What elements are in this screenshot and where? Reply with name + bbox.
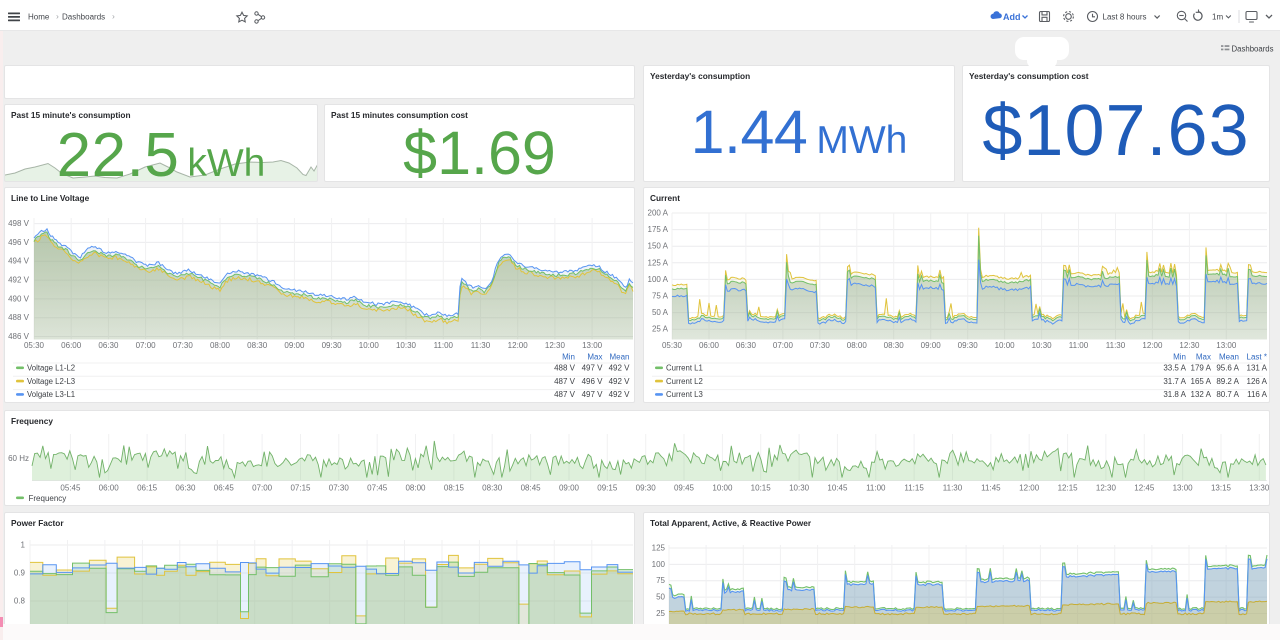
svg-text:09:00: 09:00 bbox=[559, 484, 580, 493]
svg-text:Max: Max bbox=[1196, 353, 1211, 362]
svg-text:Add: Add bbox=[1003, 12, 1021, 22]
svg-text:25: 25 bbox=[656, 609, 665, 618]
svg-text:Voltage L1-L2: Voltage L1-L2 bbox=[27, 364, 75, 373]
svg-text:31.8 A: 31.8 A bbox=[1163, 390, 1186, 399]
svg-text:12:15: 12:15 bbox=[1058, 484, 1079, 493]
svg-text:11:30: 11:30 bbox=[943, 484, 963, 493]
svg-text:06:45: 06:45 bbox=[214, 484, 235, 493]
svg-text:496 V: 496 V bbox=[582, 377, 604, 386]
svg-text:10:45: 10:45 bbox=[827, 484, 848, 493]
svg-text:08:15: 08:15 bbox=[444, 484, 465, 493]
svg-text:Home: Home bbox=[28, 13, 50, 22]
svg-text:1m: 1m bbox=[1212, 13, 1223, 22]
svg-text:09:15: 09:15 bbox=[597, 484, 618, 493]
svg-text:0.8: 0.8 bbox=[14, 597, 26, 606]
svg-text:80.7 A: 80.7 A bbox=[1216, 390, 1239, 399]
svg-text:165 A: 165 A bbox=[1191, 377, 1212, 386]
svg-text:0.9: 0.9 bbox=[14, 569, 26, 578]
svg-text:31.7 A: 31.7 A bbox=[1163, 377, 1186, 386]
svg-text:60 Hz: 60 Hz bbox=[8, 454, 29, 463]
svg-text:132 A: 132 A bbox=[1191, 390, 1212, 399]
svg-text:492 V: 492 V bbox=[609, 364, 631, 373]
svg-text:492 V: 492 V bbox=[609, 390, 631, 399]
svg-text:Volgate L3-L1: Volgate L3-L1 bbox=[27, 390, 75, 399]
svg-text:12:00: 12:00 bbox=[1019, 484, 1040, 493]
svg-text:›: › bbox=[112, 11, 115, 21]
svg-text:95.6 A: 95.6 A bbox=[1216, 364, 1239, 373]
svg-text:1: 1 bbox=[21, 541, 26, 550]
svg-text:487 V: 487 V bbox=[554, 377, 576, 386]
svg-text:11:00: 11:00 bbox=[866, 484, 886, 493]
svg-text:07:30: 07:30 bbox=[329, 484, 350, 493]
svg-text:06:15: 06:15 bbox=[137, 484, 158, 493]
svg-text:131 A: 131 A bbox=[1247, 364, 1268, 373]
svg-text:Last 8 hours: Last 8 hours bbox=[1103, 13, 1147, 22]
svg-text:08:30: 08:30 bbox=[482, 484, 503, 493]
svg-text:Frequency: Frequency bbox=[29, 494, 67, 503]
svg-text:Min: Min bbox=[1173, 353, 1186, 362]
svg-text:10:15: 10:15 bbox=[751, 484, 772, 493]
svg-text:11:45: 11:45 bbox=[981, 484, 1001, 493]
svg-text:Last *: Last * bbox=[1247, 353, 1267, 362]
svg-text:Current L2: Current L2 bbox=[666, 377, 703, 386]
svg-text:Dashboards: Dashboards bbox=[62, 13, 105, 22]
svg-text:100: 100 bbox=[652, 560, 666, 569]
svg-text:10:30: 10:30 bbox=[789, 484, 810, 493]
svg-text:13:15: 13:15 bbox=[1211, 484, 1232, 493]
svg-text:Current L3: Current L3 bbox=[666, 390, 703, 399]
svg-text:497 V: 497 V bbox=[582, 364, 604, 373]
svg-text:13:30: 13:30 bbox=[1249, 484, 1270, 493]
svg-text:179 A: 179 A bbox=[1191, 364, 1212, 373]
svg-text:08:45: 08:45 bbox=[521, 484, 542, 493]
svg-text:497 V: 497 V bbox=[582, 390, 604, 399]
svg-text:09:30: 09:30 bbox=[636, 484, 657, 493]
svg-text:Current L1: Current L1 bbox=[666, 364, 703, 373]
svg-text:Min: Min bbox=[562, 353, 575, 362]
svg-text:Dashboards: Dashboards bbox=[1232, 45, 1274, 54]
svg-text:06:00: 06:00 bbox=[99, 484, 120, 493]
svg-text:Voltage L2-L3: Voltage L2-L3 bbox=[27, 377, 75, 386]
svg-text:07:15: 07:15 bbox=[290, 484, 311, 493]
svg-text:08:00: 08:00 bbox=[405, 484, 426, 493]
svg-text:50: 50 bbox=[656, 593, 665, 602]
svg-text:05:45: 05:45 bbox=[60, 484, 81, 493]
svg-text:›: › bbox=[56, 11, 59, 21]
svg-text:89.2 A: 89.2 A bbox=[1216, 377, 1239, 386]
svg-text:116 A: 116 A bbox=[1247, 390, 1268, 399]
svg-text:492 V: 492 V bbox=[609, 377, 631, 386]
svg-text:126 A: 126 A bbox=[1247, 377, 1268, 386]
svg-text:75: 75 bbox=[656, 576, 665, 585]
svg-text:11:15: 11:15 bbox=[904, 484, 924, 493]
svg-text:09:45: 09:45 bbox=[674, 484, 695, 493]
svg-text:10:00: 10:00 bbox=[712, 484, 733, 493]
svg-text:Mean: Mean bbox=[609, 353, 629, 362]
svg-text:07:00: 07:00 bbox=[252, 484, 273, 493]
svg-text:487 V: 487 V bbox=[554, 390, 576, 399]
svg-text:33.5 A: 33.5 A bbox=[1163, 364, 1186, 373]
svg-text:Max: Max bbox=[587, 353, 602, 362]
svg-text:12:45: 12:45 bbox=[1134, 484, 1155, 493]
svg-text:125: 125 bbox=[652, 544, 666, 553]
svg-text:12:30: 12:30 bbox=[1096, 484, 1117, 493]
svg-text:13:00: 13:00 bbox=[1173, 484, 1194, 493]
svg-text:488 V: 488 V bbox=[554, 364, 576, 373]
svg-text:Mean: Mean bbox=[1219, 353, 1239, 362]
svg-text:07:45: 07:45 bbox=[367, 484, 388, 493]
svg-text:06:30: 06:30 bbox=[175, 484, 196, 493]
